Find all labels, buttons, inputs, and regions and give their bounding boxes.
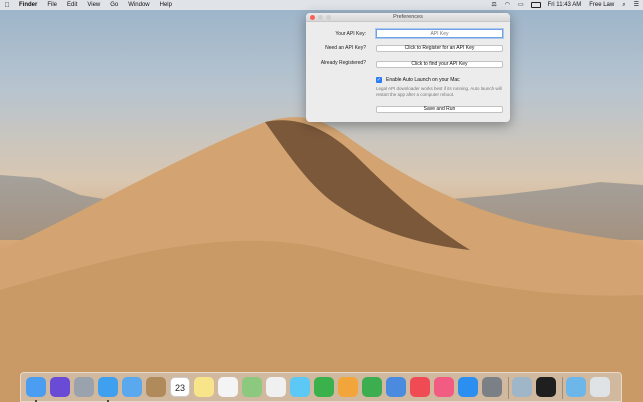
downloads-folder-icon[interactable] bbox=[566, 377, 586, 397]
apple-menu-icon[interactable]:  bbox=[0, 2, 14, 9]
api-key-input[interactable] bbox=[376, 29, 503, 38]
menu-go[interactable]: Go bbox=[105, 0, 123, 10]
contacts-icon[interactable] bbox=[146, 377, 166, 397]
launchpad-icon[interactable] bbox=[74, 377, 94, 397]
preferences-window: Preferences Your API Key: Need an API Ke… bbox=[306, 13, 510, 122]
legal-app-icon[interactable]: ⚖ bbox=[487, 0, 500, 10]
photos-icon[interactable] bbox=[266, 377, 286, 397]
app-store-icon[interactable] bbox=[458, 377, 478, 397]
menu-view[interactable]: View bbox=[82, 0, 105, 10]
numbers-icon[interactable] bbox=[362, 377, 382, 397]
user-name[interactable]: Free Law bbox=[585, 0, 618, 10]
keynote-icon[interactable] bbox=[386, 377, 406, 397]
dock: 23 bbox=[20, 372, 622, 402]
api-key-label: Your API Key: bbox=[335, 31, 366, 37]
dock-separator bbox=[508, 377, 509, 399]
calendar-day: 23 bbox=[174, 383, 185, 393]
battery-icon[interactable] bbox=[530, 2, 541, 8]
music-icon[interactable] bbox=[434, 377, 454, 397]
system-preferences-icon[interactable] bbox=[482, 377, 502, 397]
spotlight-icon[interactable]: ⌕ bbox=[618, 0, 629, 10]
reminders-icon[interactable] bbox=[218, 377, 238, 397]
preview-icon[interactable] bbox=[512, 377, 532, 397]
wifi-icon[interactable]: ◠ bbox=[501, 0, 514, 10]
menu-help[interactable]: Help bbox=[155, 0, 177, 10]
news-icon[interactable] bbox=[410, 377, 430, 397]
save-and-run-button[interactable]: Save and Run bbox=[376, 106, 503, 113]
notification-center-icon[interactable]: ☰ bbox=[630, 0, 643, 10]
dock-separator bbox=[562, 377, 563, 399]
messages-icon[interactable] bbox=[290, 377, 310, 397]
mail-icon[interactable] bbox=[122, 377, 142, 397]
trash-icon[interactable] bbox=[590, 377, 610, 397]
airplay-icon[interactable]: ▭ bbox=[514, 0, 528, 10]
menu-window[interactable]: Window bbox=[123, 0, 154, 10]
clock[interactable]: Fri 11:43 AM bbox=[544, 0, 586, 10]
pages-icon[interactable] bbox=[338, 377, 358, 397]
registered-label: Already Registered? bbox=[320, 60, 366, 66]
register-button[interactable]: Click to Register for an API Key bbox=[376, 45, 503, 52]
help-text: Legal API downloader works best if its r… bbox=[376, 86, 502, 97]
siri-icon[interactable] bbox=[50, 377, 70, 397]
notes-icon[interactable] bbox=[194, 377, 214, 397]
terminal-icon[interactable] bbox=[536, 377, 556, 397]
menu-app-finder[interactable]: Finder bbox=[14, 0, 42, 10]
menu-bar:  Finder File Edit View Go Window Help ⚖… bbox=[0, 0, 643, 10]
need-key-label: Need an API Key? bbox=[325, 45, 366, 51]
title-bar: Preferences bbox=[306, 13, 510, 22]
facetime-icon[interactable] bbox=[314, 377, 334, 397]
find-key-button[interactable]: Click to find your API Key bbox=[376, 61, 503, 68]
safari-icon[interactable] bbox=[98, 377, 118, 397]
finder-icon[interactable] bbox=[26, 377, 46, 397]
auto-launch-checkbox[interactable]: ✓ bbox=[376, 77, 382, 83]
window-title: Preferences bbox=[393, 14, 423, 20]
auto-launch-label: Enable Auto Launch on your Mac bbox=[386, 77, 460, 83]
menu-file[interactable]: File bbox=[42, 0, 62, 10]
maps-icon[interactable] bbox=[242, 377, 262, 397]
menu-edit[interactable]: Edit bbox=[62, 0, 82, 10]
calendar-icon[interactable]: 23 bbox=[170, 377, 190, 397]
